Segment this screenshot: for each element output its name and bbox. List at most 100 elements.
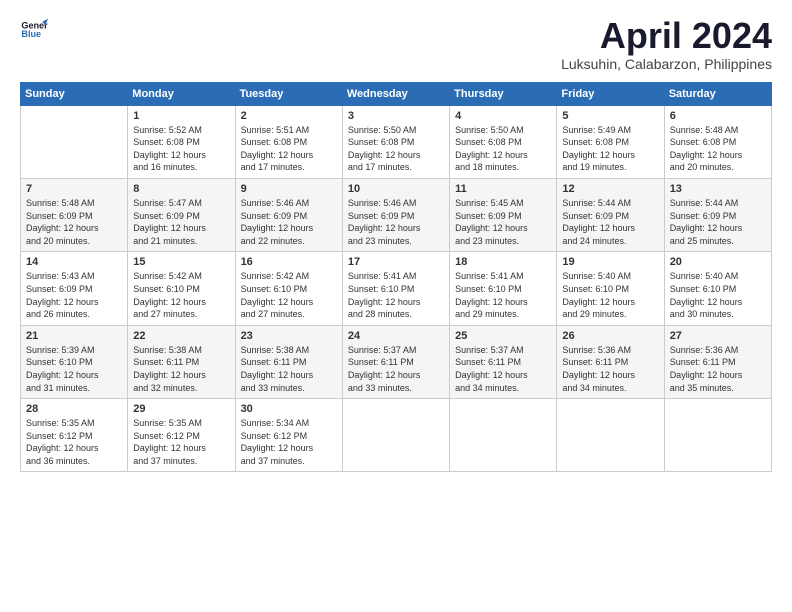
day-number: 15 <box>133 256 229 268</box>
calendar-day-cell: 6 Sunrise: 5:48 AMSunset: 6:08 PMDaylight… <box>664 105 771 178</box>
day-number: 9 <box>241 183 337 195</box>
calendar-day-cell: 28 Sunrise: 5:35 AMSunset: 6:12 PMDayligh… <box>21 399 128 472</box>
day-info: Sunrise: 5:42 AMSunset: 6:10 PMDaylight:… <box>133 270 229 320</box>
day-info: Sunrise: 5:49 AMSunset: 6:08 PMDaylight:… <box>562 124 658 174</box>
day-number: 24 <box>348 330 444 342</box>
day-number: 23 <box>241 330 337 342</box>
day-info: Sunrise: 5:39 AMSunset: 6:10 PMDaylight:… <box>26 344 122 394</box>
calendar-day-cell: 12 Sunrise: 5:44 AMSunset: 6:09 PMDayligh… <box>557 178 664 251</box>
day-info: Sunrise: 5:44 AMSunset: 6:09 PMDaylight:… <box>562 197 658 247</box>
calendar-day-cell: 24 Sunrise: 5:37 AMSunset: 6:11 PMDayligh… <box>342 325 449 398</box>
weekday-header-cell: Tuesday <box>235 82 342 105</box>
day-number: 18 <box>455 256 551 268</box>
header: General Blue April 2024 Luksuhin, Calaba… <box>20 16 772 72</box>
calendar-day-cell: 14Sunrise: 5:43 AMSunset: 6:09 PMDayligh… <box>21 252 128 325</box>
calendar-day-cell: 26 Sunrise: 5:36 AMSunset: 6:11 PMDayligh… <box>557 325 664 398</box>
day-info: Sunrise: 5:36 AMSunset: 6:11 PMDaylight:… <box>670 344 766 394</box>
title-area: April 2024 Luksuhin, Calabarzon, Philipp… <box>561 16 772 72</box>
day-number: 26 <box>562 330 658 342</box>
calendar-day-cell: 22Sunrise: 5:38 AMSunset: 6:11 PMDayligh… <box>128 325 235 398</box>
day-number: 27 <box>670 330 766 342</box>
day-info: Sunrise: 5:35 AMSunset: 6:12 PMDaylight:… <box>26 417 122 467</box>
calendar-week-row: 1 Sunrise: 5:52 AMSunset: 6:08 PMDaylight… <box>21 105 772 178</box>
calendar-week-row: 28 Sunrise: 5:35 AMSunset: 6:12 PMDayligh… <box>21 399 772 472</box>
day-number: 28 <box>26 403 122 415</box>
day-info: Sunrise: 5:46 AMSunset: 6:09 PMDaylight:… <box>348 197 444 247</box>
day-info: Sunrise: 5:36 AMSunset: 6:11 PMDaylight:… <box>562 344 658 394</box>
day-info: Sunrise: 5:47 AMSunset: 6:09 PMDaylight:… <box>133 197 229 247</box>
calendar-day-cell: 19 Sunrise: 5:40 AMSunset: 6:10 PMDayligh… <box>557 252 664 325</box>
day-number: 11 <box>455 183 551 195</box>
day-info: Sunrise: 5:38 AMSunset: 6:11 PMDaylight:… <box>241 344 337 394</box>
calendar-day-cell: 8 Sunrise: 5:47 AMSunset: 6:09 PMDaylight… <box>128 178 235 251</box>
calendar-day-cell: 30 Sunrise: 5:34 AMSunset: 6:12 PMDayligh… <box>235 399 342 472</box>
calendar-day-cell: 1 Sunrise: 5:52 AMSunset: 6:08 PMDaylight… <box>128 105 235 178</box>
day-info: Sunrise: 5:44 AMSunset: 6:09 PMDaylight:… <box>670 197 766 247</box>
day-info: Sunrise: 5:35 AMSunset: 6:12 PMDaylight:… <box>133 417 229 467</box>
calendar-week-row: 21Sunrise: 5:39 AMSunset: 6:10 PMDayligh… <box>21 325 772 398</box>
day-number: 20 <box>670 256 766 268</box>
day-number: 7 <box>26 183 122 195</box>
calendar-day-cell: 21Sunrise: 5:39 AMSunset: 6:10 PMDayligh… <box>21 325 128 398</box>
day-info: Sunrise: 5:43 AMSunset: 6:09 PMDaylight:… <box>26 270 122 320</box>
calendar-day-cell: 10 Sunrise: 5:46 AMSunset: 6:09 PMDayligh… <box>342 178 449 251</box>
calendar-day-cell: 16Sunrise: 5:42 AMSunset: 6:10 PMDayligh… <box>235 252 342 325</box>
calendar-day-cell <box>557 399 664 472</box>
day-info: Sunrise: 5:41 AMSunset: 6:10 PMDaylight:… <box>348 270 444 320</box>
svg-text:Blue: Blue <box>21 29 41 39</box>
calendar-day-cell: 11Sunrise: 5:45 AMSunset: 6:09 PMDayligh… <box>450 178 557 251</box>
day-number: 5 <box>562 110 658 122</box>
day-info: Sunrise: 5:40 AMSunset: 6:10 PMDaylight:… <box>670 270 766 320</box>
day-info: Sunrise: 5:50 AMSunset: 6:08 PMDaylight:… <box>455 124 551 174</box>
day-info: Sunrise: 5:52 AMSunset: 6:08 PMDaylight:… <box>133 124 229 174</box>
calendar-day-cell: 17 Sunrise: 5:41 AMSunset: 6:10 PMDayligh… <box>342 252 449 325</box>
day-info: Sunrise: 5:34 AMSunset: 6:12 PMDaylight:… <box>241 417 337 467</box>
weekday-header-cell: Monday <box>128 82 235 105</box>
calendar-day-cell: 13 Sunrise: 5:44 AMSunset: 6:09 PMDayligh… <box>664 178 771 251</box>
day-info: Sunrise: 5:38 AMSunset: 6:11 PMDaylight:… <box>133 344 229 394</box>
day-number: 12 <box>562 183 658 195</box>
weekday-header-cell: Friday <box>557 82 664 105</box>
day-number: 8 <box>133 183 229 195</box>
day-number: 6 <box>670 110 766 122</box>
day-number: 13 <box>670 183 766 195</box>
day-info: Sunrise: 5:48 AMSunset: 6:09 PMDaylight:… <box>26 197 122 247</box>
day-number: 2 <box>241 110 337 122</box>
calendar-day-cell <box>664 399 771 472</box>
calendar-day-cell: 15 Sunrise: 5:42 AMSunset: 6:10 PMDayligh… <box>128 252 235 325</box>
calendar-day-cell: 3Sunrise: 5:50 AMSunset: 6:08 PMDaylight… <box>342 105 449 178</box>
day-number: 10 <box>348 183 444 195</box>
weekday-header-cell: Saturday <box>664 82 771 105</box>
day-number: 19 <box>562 256 658 268</box>
weekday-header-cell: Thursday <box>450 82 557 105</box>
day-number: 30 <box>241 403 337 415</box>
weekday-header-cell: Wednesday <box>342 82 449 105</box>
calendar-week-row: 7 Sunrise: 5:48 AMSunset: 6:09 PMDaylight… <box>21 178 772 251</box>
calendar-day-cell <box>450 399 557 472</box>
day-info: Sunrise: 5:37 AMSunset: 6:11 PMDaylight:… <box>348 344 444 394</box>
calendar-day-cell <box>342 399 449 472</box>
day-info: Sunrise: 5:50 AMSunset: 6:08 PMDaylight:… <box>348 124 444 174</box>
weekday-header-cell: Sunday <box>21 82 128 105</box>
calendar-day-cell: 20 Sunrise: 5:40 AMSunset: 6:10 PMDayligh… <box>664 252 771 325</box>
day-info: Sunrise: 5:41 AMSunset: 6:10 PMDaylight:… <box>455 270 551 320</box>
day-number: 17 <box>348 256 444 268</box>
calendar-day-cell: 4Sunrise: 5:50 AMSunset: 6:08 PMDaylight… <box>450 105 557 178</box>
location-subtitle: Luksuhin, Calabarzon, Philippines <box>561 56 772 72</box>
day-info: Sunrise: 5:46 AMSunset: 6:09 PMDaylight:… <box>241 197 337 247</box>
calendar-day-cell: 5 Sunrise: 5:49 AMSunset: 6:08 PMDaylight… <box>557 105 664 178</box>
day-number: 29 <box>133 403 229 415</box>
day-info: Sunrise: 5:48 AMSunset: 6:08 PMDaylight:… <box>670 124 766 174</box>
weekday-header-row: SundayMondayTuesdayWednesdayThursdayFrid… <box>21 82 772 105</box>
calendar-day-cell: 29 Sunrise: 5:35 AMSunset: 6:12 PMDayligh… <box>128 399 235 472</box>
calendar-day-cell: 9 Sunrise: 5:46 AMSunset: 6:09 PMDaylight… <box>235 178 342 251</box>
day-number: 16 <box>241 256 337 268</box>
day-info: Sunrise: 5:40 AMSunset: 6:10 PMDaylight:… <box>562 270 658 320</box>
calendar-day-cell: 27 Sunrise: 5:36 AMSunset: 6:11 PMDayligh… <box>664 325 771 398</box>
calendar-day-cell <box>21 105 128 178</box>
day-number: 1 <box>133 110 229 122</box>
day-info: Sunrise: 5:37 AMSunset: 6:11 PMDaylight:… <box>455 344 551 394</box>
day-info: Sunrise: 5:51 AMSunset: 6:08 PMDaylight:… <box>241 124 337 174</box>
day-number: 25 <box>455 330 551 342</box>
logo: General Blue <box>20 16 48 44</box>
